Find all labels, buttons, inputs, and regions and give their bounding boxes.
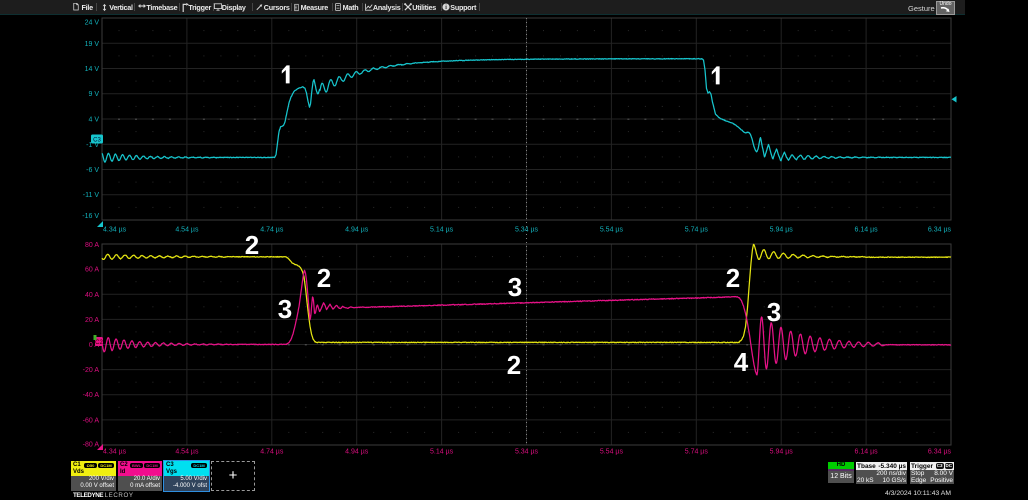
svg-text:4: 4 [734,347,749,377]
svg-text:19 V: 19 V [85,41,100,48]
svg-text:5.94 µs: 5.94 µs [770,227,794,234]
svg-text:6.34 µs: 6.34 µs [928,227,952,234]
svg-text:40 A: 40 A [85,292,99,299]
svg-text:C3: C3 [93,138,101,144]
svg-text:5.74 µs: 5.74 µs [685,227,709,234]
svg-text:2: 2 [317,263,331,293]
svg-text:C2: C2 [95,340,103,346]
svg-text:4.94 µs: 4.94 µs [345,227,369,234]
svg-text:-60 A: -60 A [83,417,100,424]
svg-text:-40 A: -40 A [83,392,100,399]
svg-text:4.74 µs: 4.74 µs [260,449,284,456]
svg-text:5.34 µs: 5.34 µs [515,227,539,234]
svg-text:3: 3 [278,294,292,324]
svg-text:2: 2 [726,263,740,293]
svg-text:9 V: 9 V [88,91,99,98]
svg-text:5.94 µs: 5.94 µs [770,449,794,456]
svg-text:5.14 µs: 5.14 µs [430,449,454,456]
svg-text:60 A: 60 A [85,267,99,274]
svg-text:2: 2 [507,350,521,380]
svg-text:6.14 µs: 6.14 µs [855,227,879,234]
svg-text:24 V: 24 V [85,20,100,27]
svg-text:5.14 µs: 5.14 µs [430,227,454,234]
svg-text:14 V: 14 V [85,66,100,73]
svg-text:3: 3 [508,272,522,302]
svg-text:5.74 µs: 5.74 µs [685,449,709,456]
svg-text:4.74 µs: 4.74 µs [260,227,284,234]
svg-text:-6 V: -6 V [86,167,99,174]
svg-text:3: 3 [767,297,781,327]
svg-text:4.94 µs: 4.94 µs [345,449,369,456]
svg-text:4 V: 4 V [88,117,99,124]
svg-text:4.34 µs: 4.34 µs [103,449,127,456]
svg-text:80 A: 80 A [85,242,99,249]
svg-text:2: 2 [245,230,259,260]
svg-text:5.34 µs: 5.34 µs [515,449,539,456]
svg-text:5.54 µs: 5.54 µs [600,227,624,234]
svg-text:-16 V: -16 V [82,213,99,220]
svg-text:-80 A: -80 A [83,441,100,448]
svg-text:-20 A: -20 A [83,367,100,374]
svg-text:20 A: 20 A [85,317,99,324]
svg-text:4.54 µs: 4.54 µs [175,227,199,234]
svg-text:6.34 µs: 6.34 µs [928,449,952,456]
svg-text:-11 V: -11 V [83,192,100,199]
svg-text:5.54 µs: 5.54 µs [600,449,624,456]
svg-text:6.14 µs: 6.14 µs [855,449,879,456]
svg-text:4.54 µs: 4.54 µs [175,449,199,456]
svg-text:4.34 µs: 4.34 µs [103,227,127,234]
